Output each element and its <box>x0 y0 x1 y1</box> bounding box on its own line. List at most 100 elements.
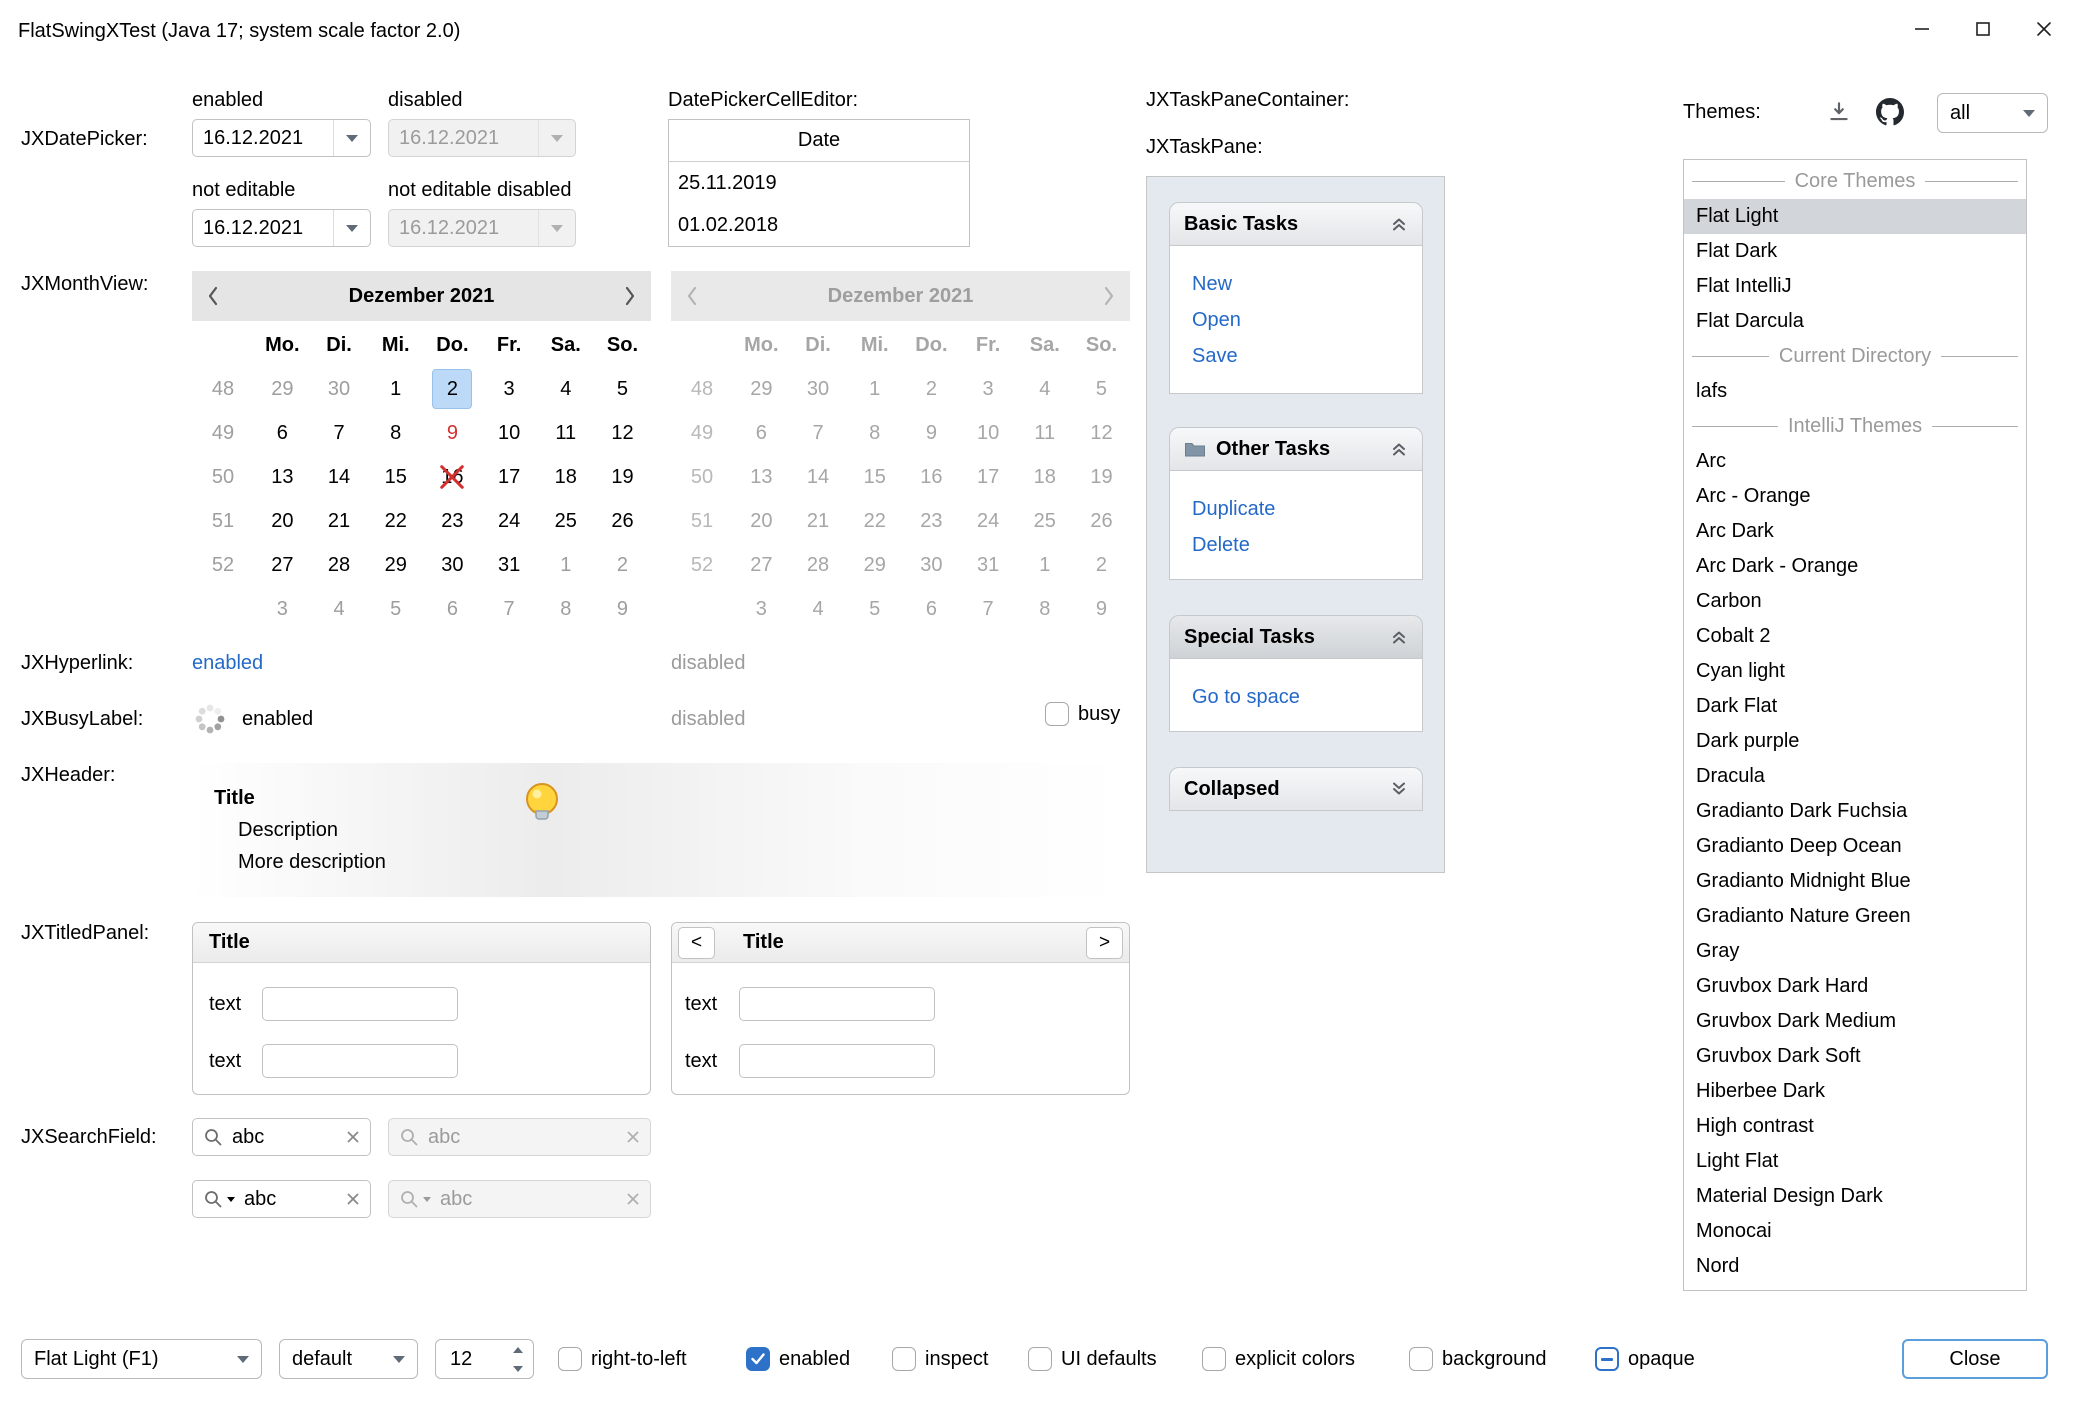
calendar-day[interactable]: 8 <box>367 411 424 455</box>
checkbox-inspect[interactable]: inspect <box>892 1347 988 1371</box>
theme-item[interactable]: Carbon <box>1684 584 2026 619</box>
theme-item[interactable]: Arc Dark <box>1684 514 2026 549</box>
taskpane-header[interactable]: Collapsed <box>1169 767 1423 811</box>
calendar-day[interactable]: 3 <box>254 587 311 631</box>
maximize-button[interactable] <box>1952 0 2013 63</box>
text-input[interactable] <box>739 1044 935 1078</box>
calendar-day[interactable]: 15 <box>367 455 424 499</box>
calendar-day[interactable]: 13 <box>254 455 311 499</box>
calendar-day[interactable]: 20 <box>254 499 311 543</box>
calendar-day[interactable]: 19 <box>594 455 651 499</box>
titledpanel-left-button[interactable]: < <box>678 927 715 959</box>
theme-item[interactable]: Gradianto Midnight Blue <box>1684 864 2026 899</box>
theme-item[interactable]: Arc - Orange <box>1684 479 2026 514</box>
calendar-day[interactable]: 16 <box>424 455 481 499</box>
taskpane-header[interactable]: Basic Tasks <box>1169 202 1423 246</box>
table-row[interactable]: 01.02.2018 <box>669 204 969 246</box>
calendar-day[interactable]: 28 <box>311 543 368 587</box>
calendar-day[interactable]: 27 <box>254 543 311 587</box>
theme-item[interactable]: Material Design Dark <box>1684 1179 2026 1214</box>
calendar-day[interactable]: 30 <box>424 543 481 587</box>
checkbox-explicit-colors[interactable]: explicit colors <box>1202 1347 1355 1371</box>
theme-item[interactable]: Dracula <box>1684 759 2026 794</box>
github-icon[interactable] <box>1876 98 1904 126</box>
calendar-day[interactable]: 5 <box>594 367 651 411</box>
checkbox-background[interactable]: background <box>1409 1347 1547 1371</box>
taskpane-header[interactable]: Special Tasks <box>1169 615 1423 659</box>
calendar-day[interactable]: 25 <box>537 499 594 543</box>
text-input[interactable] <box>262 987 458 1021</box>
calendar-day[interactable]: 17 <box>481 455 538 499</box>
close-button[interactable]: Close <box>1902 1339 2048 1379</box>
search-menu-icon[interactable] <box>203 1189 223 1209</box>
theme-item[interactable]: Arc Dark - Orange <box>1684 549 2026 584</box>
datepicker-dropdown-button[interactable] <box>333 210 370 246</box>
checkbox-box[interactable] <box>746 1347 770 1371</box>
calendar-day[interactable]: 31 <box>481 543 538 587</box>
calendar-day[interactable]: 8 <box>537 587 594 631</box>
calendar-day[interactable]: 7 <box>311 411 368 455</box>
calendar-day[interactable]: 6 <box>254 411 311 455</box>
theme-item[interactable]: Flat IntelliJ <box>1684 269 2026 304</box>
calendar-day[interactable]: 14 <box>311 455 368 499</box>
theme-item[interactable]: Flat Darcula <box>1684 304 2026 339</box>
clear-icon[interactable] <box>346 1192 360 1206</box>
calendar-day[interactable]: 10 <box>481 411 538 455</box>
taskpane-link[interactable]: Duplicate <box>1192 491 1422 527</box>
taskpane-link[interactable]: Open <box>1192 302 1422 338</box>
datepicker-not-editable[interactable]: 16.12.2021 <box>192 209 371 247</box>
taskpane-link[interactable]: Save <box>1192 338 1422 374</box>
hyperlink-enabled[interactable]: enabled <box>192 651 263 675</box>
prev-month-button[interactable] <box>206 285 220 307</box>
theme-item[interactable]: Dark purple <box>1684 724 2026 759</box>
titledpanel-right-button[interactable]: > <box>1086 927 1123 959</box>
checkbox-opaque[interactable]: opaque <box>1595 1347 1695 1371</box>
theme-item[interactable]: Monocai <box>1684 1214 2026 1249</box>
checkbox-box[interactable] <box>558 1347 582 1371</box>
calendar-day[interactable]: 12 <box>594 411 651 455</box>
taskpane-link[interactable]: Delete <box>1192 527 1422 563</box>
download-icon[interactable] <box>1826 99 1852 125</box>
calendar-day[interactable]: 1 <box>367 367 424 411</box>
theme-item[interactable]: Flat Dark <box>1684 234 2026 269</box>
clear-icon[interactable] <box>346 1130 360 1144</box>
next-month-button[interactable] <box>623 285 637 307</box>
theme-item[interactable]: Gray <box>1684 934 2026 969</box>
themes-filter-combo[interactable]: all <box>1937 93 2048 133</box>
calendar-day[interactable]: 29 <box>367 543 424 587</box>
calendar-day[interactable]: 24 <box>481 499 538 543</box>
theme-item[interactable]: lafs <box>1684 374 2026 409</box>
calendar-day[interactable]: 11 <box>537 411 594 455</box>
search-input[interactable]: abc <box>232 1126 337 1149</box>
checkbox-box[interactable] <box>1202 1347 1226 1371</box>
calendar-day[interactable]: 1 <box>537 543 594 587</box>
calendar-day[interactable]: 9 <box>424 411 481 455</box>
taskpane-link[interactable]: New <box>1192 266 1422 302</box>
calendar-day[interactable]: 2 <box>594 543 651 587</box>
theme-item[interactable]: Nord <box>1684 1249 2026 1284</box>
theme-item[interactable]: Flat Light <box>1684 199 2026 234</box>
table-row[interactable]: 25.11.2019 <box>669 162 969 204</box>
searchfield-enabled[interactable]: abc <box>192 1118 371 1156</box>
calendar-day[interactable]: 2 <box>424 367 481 411</box>
taskpane-header[interactable]: Other Tasks <box>1169 427 1423 471</box>
text-input[interactable] <box>262 1044 458 1078</box>
checkbox-enabled[interactable]: enabled <box>746 1347 850 1371</box>
theme-item[interactable]: Hiberbee Dark <box>1684 1074 2026 1109</box>
calendar-day[interactable]: 4 <box>537 367 594 411</box>
calendar-day[interactable]: 18 <box>537 455 594 499</box>
calendar-day[interactable]: 30 <box>311 367 368 411</box>
theme-item[interactable]: Gradianto Deep Ocean <box>1684 829 2026 864</box>
theme-item[interactable]: Cobalt 2 <box>1684 619 2026 654</box>
theme-item[interactable]: Gradianto Dark Fuchsia <box>1684 794 2026 829</box>
search-input[interactable]: abc <box>244 1188 337 1211</box>
theme-item[interactable]: Gruvbox Dark Soft <box>1684 1039 2026 1074</box>
theme-item[interactable]: Cyan light <box>1684 654 2026 689</box>
spinner-up-button[interactable] <box>503 1340 533 1359</box>
calendar-day[interactable]: 29 <box>254 367 311 411</box>
theme-item[interactable]: Gruvbox Dark Medium <box>1684 1004 2026 1039</box>
checkbox-right-to-left[interactable]: right-to-left <box>558 1347 687 1371</box>
calendar-day[interactable]: 26 <box>594 499 651 543</box>
checkbox-box[interactable] <box>1409 1347 1433 1371</box>
theme-item[interactable]: High contrast <box>1684 1109 2026 1144</box>
